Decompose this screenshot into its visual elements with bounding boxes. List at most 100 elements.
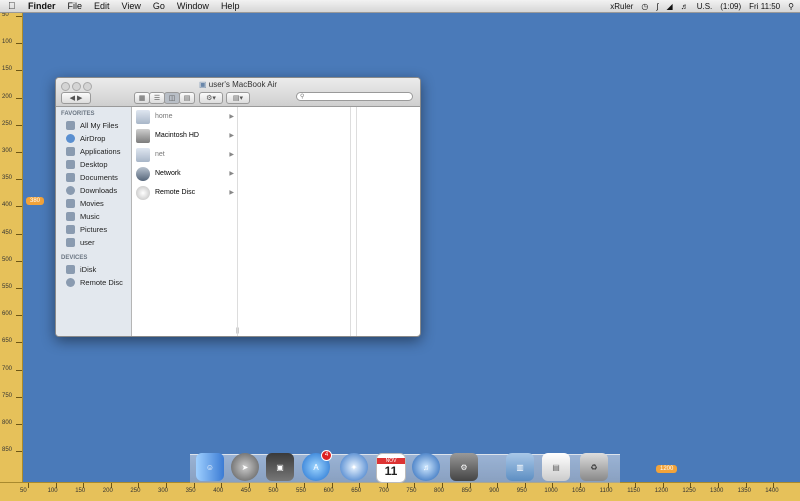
laptop-icon: ▣ [198,80,207,89]
ruler-tick-label: 1300 [710,488,724,494]
sidebar-item-applications[interactable]: Applications [56,145,131,158]
dock-app-store-icon[interactable]: A 4 [302,450,332,481]
ruler-tick-label: 750 [2,392,13,399]
menu-finder[interactable]: Finder [22,0,62,12]
movies-icon [66,199,75,208]
disc-icon [66,278,75,287]
coverflow-view-button[interactable]: ▤ [179,92,195,104]
ruler-tick-label: 650 [2,338,13,345]
ruler-tick-label: 550 [2,284,13,290]
ruler-tick-label: 50 [2,13,9,18]
ruler-tick-label: 550 [296,488,307,494]
globe-icon [136,166,150,181]
vertical-ruler-marker[interactable]: 380 [26,197,45,205]
ruler-tick-label: 100 [2,39,13,46]
sidebar-item-idisk[interactable]: iDisk [56,263,131,276]
ruler-tick-label: 200 [2,93,13,100]
sidebar-item-downloads[interactable]: Downloads [56,184,131,197]
dock-finder-icon[interactable]: ☺ [196,453,224,481]
menu-extras: xRuler ◷ ∫ ◢ ♬ U.S. (1:09) Fri 11:50 ⚲ [602,0,794,12]
dock-trash-icon[interactable]: ♻ [580,453,608,481]
ruler-tick-label: 450 [240,488,251,494]
applications-icon [66,147,75,156]
horizontal-ruler-marker[interactable]: 1200 [656,465,678,473]
ruler-tick-label: 450 [2,229,13,236]
finder-sidebar: FAVORITES All My Files AirDrop Applicati… [56,107,132,336]
menu-window[interactable]: Window [171,0,215,12]
ruler-tick-label: 1350 [737,488,751,494]
vertical-ruler[interactable]: 50 100 150 200 250 300 350 400 450 500 550 600 650 70… [0,13,23,483]
network-folder-icon [136,109,150,124]
bluetooth-icon[interactable]: ∫ [656,2,658,11]
ruler-tick-label: 600 [2,311,13,318]
menu-go[interactable]: Go [147,0,171,12]
column-item-home[interactable]: home ▶ [132,107,237,126]
browser-column-2 [238,107,351,336]
column-view-button[interactable]: ◫ [164,92,180,104]
list-view-button[interactable]: ☰ [149,92,165,104]
toolbar: ◀ ▶ ▦ ☰ ◫ ▤ ⚙▾ ▤▾ ⚲ [56,92,420,105]
volume-icon[interactable]: ♬ [681,2,689,11]
dock-photo-browser-icon[interactable]: ▣ [266,453,294,481]
back-forward-buttons[interactable]: ◀ ▶ [61,92,91,104]
sidebar-item-music[interactable]: Music [56,210,131,223]
time-machine-icon[interactable]: ◷ [641,2,648,11]
sidebar-item-airdrop[interactable]: AirDrop [56,132,131,145]
dock-applications-folder-icon[interactable]: ▥ [506,453,534,481]
horizontal-ruler[interactable]: 50 100 150 200 250 300 350 400 450 500 550 600 650 70… [0,482,800,501]
ruler-tick-label: 1250 [682,488,696,494]
disclosure-arrow-icon: ▶ [229,171,234,177]
desktop-icon [66,160,75,169]
menu-file[interactable]: File [62,0,89,12]
sidebar-item-all-my-files[interactable]: All My Files [56,119,131,132]
forward-arrow-icon[interactable]: ▶ [77,94,82,102]
disc-icon [136,185,150,200]
column-item-macintosh-hd[interactable]: Macintosh HD ▶ [132,126,237,145]
menu-edit[interactable]: Edit [88,0,116,12]
column-resize-handle[interactable]: || [236,328,239,334]
dock-calendar-icon[interactable]: NOV 11 [376,453,406,483]
action-gear-button[interactable]: ⚙▾ [199,92,223,104]
ruler-tick-label: 150 [2,66,13,73]
sidebar-item-user[interactable]: user [56,236,131,249]
documents-icon [66,173,75,182]
back-arrow-icon[interactable]: ◀ [70,94,75,102]
sidebar-item-movies[interactable]: Movies [56,197,131,210]
ruler-tick-label: 250 [130,488,141,494]
menu-bar:  Finder File Edit View Go Window Help x… [0,0,800,13]
dock-safari-icon[interactable]: ✦ [340,453,368,481]
all-files-icon [66,121,75,130]
browser-column-1: home ▶ Macintosh HD ▶ net ▶ Network ▶ Remote… [132,107,238,336]
ruler-tick-label: 1400 [765,488,779,494]
dock-launchpad-icon[interactable]: ➤ [231,453,259,481]
wifi-icon[interactable]: ◢ [667,2,673,11]
ruler-tick-label: 650 [351,488,362,494]
column-item-net[interactable]: net ▶ [132,145,237,164]
sidebar-item-pictures[interactable]: Pictures [56,223,131,236]
xruler-menu[interactable]: xRuler [610,2,633,11]
dock-documents-stack-icon[interactable]: ▤ [542,453,570,481]
spotlight-icon[interactable]: ⚲ [788,2,794,11]
arrange-button[interactable]: ▤▾ [226,92,250,104]
calendar-day: 11 [384,464,398,478]
dock-itunes-icon[interactable]: ♫ [412,453,440,481]
menu-help[interactable]: Help [215,0,246,12]
menu-view[interactable]: View [116,0,147,12]
column-item-remote-disc[interactable]: Remote Disc ▶ [132,183,237,202]
app-store-badge: 4 [321,450,332,461]
column-item-network[interactable]: Network ▶ [132,164,237,183]
favorites-heading: FAVORITES [61,111,95,117]
search-input[interactable]: ⚲ [296,92,413,101]
apple-menu-icon[interactable]:  [8,1,22,12]
clock-menu[interactable]: Fri 11:50 [749,2,780,11]
battery-menu[interactable]: (1:09) [720,2,741,11]
icon-view-button[interactable]: ▦ [134,92,150,104]
ruler-tick-label: 350 [185,488,196,494]
sidebar-item-documents[interactable]: Documents [56,171,131,184]
disclosure-arrow-icon: ▶ [229,114,234,120]
window-titlebar[interactable]: ▣ user's MacBook Air ◀ ▶ ▦ ☰ ◫ ▤ ⚙▾ ▤▾ ⚲ [56,78,420,107]
input-source-menu[interactable]: U.S. [697,2,713,11]
dock-system-preferences-icon[interactable]: ⚙ [450,453,478,481]
sidebar-item-remote-disc[interactable]: Remote Disc [56,276,131,289]
sidebar-item-desktop[interactable]: Desktop [56,158,131,171]
